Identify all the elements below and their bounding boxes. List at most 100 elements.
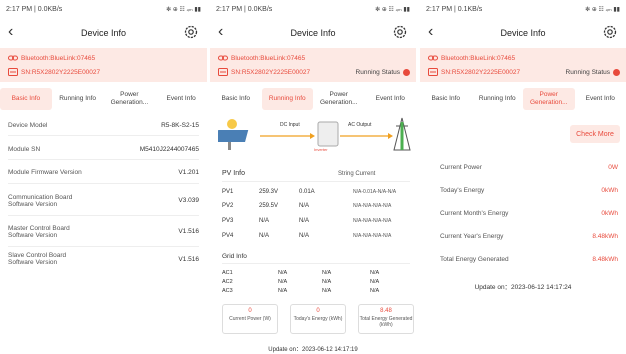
tab-bar: Basic Info Running Info Power Generation… <box>210 88 416 110</box>
info-row: Module Firmware Version V1.201 <box>8 162 199 184</box>
tab-bar: Basic Info Running Info Power Generation… <box>420 88 626 110</box>
tab-power-generation[interactable]: Power Generation... <box>104 88 156 110</box>
device-banner: Bluetooth:BlueLink:07465 SN:R5X2802Y2225… <box>0 48 207 82</box>
link-icon <box>218 55 228 61</box>
card-label: Current Power (W) <box>229 316 271 322</box>
header: ‹ Device Info <box>210 20 416 46</box>
back-arrow-icon[interactable]: ‹ <box>428 23 442 41</box>
current-power-card: 0 Current Power (W) <box>222 304 278 334</box>
pv-voltage: N/A <box>259 233 270 239</box>
grid-value-a: N/A <box>278 279 288 285</box>
header: ‹ Device Info <box>0 20 207 46</box>
status-bar: 2:17 PM | 0.0KB/s ✻ ⊕ ☷ ₄ₘ ▮▮ <box>0 0 207 18</box>
pv-current: N/A <box>299 218 310 224</box>
card-label: Today's Energy (kWh) <box>293 316 343 322</box>
bluetooth-label: Bluetooth:BlueLink:07465 <box>231 54 306 62</box>
dc-input-label: DC Input <box>280 122 300 128</box>
device-banner: Bluetooth:BlueLink:07465 SN:R5X2802Y2225… <box>420 48 626 82</box>
string-current-heading: String Current <box>338 171 376 177</box>
status-icons: ✻ ⊕ ☷ ₄ₘ ▮▮ <box>166 6 201 13</box>
bluetooth-label: Bluetooth:BlueLink:07465 <box>21 54 96 62</box>
back-arrow-icon[interactable]: ‹ <box>218 23 232 41</box>
tab-event-info[interactable]: Event Info <box>365 88 417 110</box>
pv-string-current: N/A-N/A-N/A-N/A <box>353 203 392 209</box>
row-key: Slave Control Board Software Version <box>8 252 67 266</box>
pv-name: PV2 <box>222 203 234 209</box>
row-key: Master Control Board Software Version <box>8 224 70 239</box>
tab-event-info[interactable]: Event Info <box>575 88 626 110</box>
inverter-label: Inverter <box>314 147 328 152</box>
tab-bar: Basic Info Running Info Power Generation… <box>0 88 207 110</box>
row-key: Total Energy Generated <box>440 255 509 263</box>
tab-basic-info[interactable]: Basic Info <box>210 88 262 110</box>
row-key: Current Month's Energy <box>440 209 509 217</box>
status-time: 2:17 PM | 0.0KB/s <box>216 5 273 13</box>
grid-name: AC2 <box>222 279 233 285</box>
tab-running-info[interactable]: Running Info <box>52 88 104 110</box>
info-row: Master Control Board Software Version V1.… <box>8 217 199 247</box>
status-dot-icon <box>613 68 620 76</box>
info-row: Communication Board Software Version V3.0… <box>8 186 199 216</box>
tab-basic-info[interactable]: Basic Info <box>420 88 472 110</box>
tab-event-info[interactable]: Event Info <box>155 88 207 110</box>
status-bar: 2:17 PM | 0.1KB/s ✻ ⊕ ☷ ₄ₘ ▮▮ <box>420 0 626 18</box>
pv-string-current: N/A-N/A-N/A-N/A <box>353 218 392 224</box>
pv-row: PV4 N/A N/A N/A-N/A-N/A-N/A <box>222 233 412 243</box>
status-icons: ✻ ⊕ ☷ ₄ₘ ▮▮ <box>585 6 620 13</box>
running-info-screen: 2:17 PM | 0.0KB/s ✻ ⊕ ☷ ₄ₘ ▮▮ ‹ Device In… <box>210 0 416 354</box>
row-value: V1.516 <box>178 255 199 263</box>
status-icons: ✻ ⊕ ☷ ₄ₘ ▮▮ <box>375 6 410 13</box>
energy-row: Current Month's Energy 0kWh <box>440 204 618 222</box>
row-value: V1.516 <box>178 228 199 235</box>
back-arrow-icon[interactable]: ‹ <box>8 23 22 41</box>
grid-value-b: N/A <box>322 270 332 276</box>
grid-name: AC3 <box>222 288 233 294</box>
energy-row: Current Year's Energy 8.48kWh <box>440 227 618 245</box>
info-row: Slave Control Board Software Version V1.5… <box>8 248 199 270</box>
row-key: Module Firmware Version <box>8 169 82 176</box>
pv-voltage: 259.3V <box>259 189 279 195</box>
sn-label: SN:R5X2802Y2225E00027 <box>21 68 101 76</box>
gear-icon[interactable] <box>183 24 199 40</box>
status-bar: 2:17 PM | 0.0KB/s ✻ ⊕ ☷ ₄ₘ ▮▮ <box>210 0 416 18</box>
tab-power-generation[interactable]: Power Generation... <box>313 88 365 110</box>
sn-label: SN:R5X2802Y2225E00027 <box>231 68 311 76</box>
running-status[interactable]: Running Status <box>566 68 620 76</box>
grid-value-c: N/A <box>370 279 380 285</box>
divider <box>222 263 410 264</box>
status-time: 2:17 PM | 0.1KB/s <box>426 5 483 13</box>
device-banner: Bluetooth:BlueLink:07465 SN:R5X2802Y2225… <box>210 48 416 82</box>
status-dot-icon <box>403 68 410 76</box>
running-status[interactable]: Running Status <box>356 68 410 76</box>
card-value: 8.48 <box>380 308 392 314</box>
row-value: 8.48kWh <box>592 232 618 240</box>
row-key: Module SN <box>8 146 41 153</box>
row-value: 0kWh <box>601 209 618 217</box>
pv-row: PV3 N/A N/A N/A-N/A-N/A-N/A <box>222 218 412 228</box>
sn-label: SN:R5X2802Y2225E00027 <box>441 68 521 76</box>
status-time: 2:17 PM | 0.0KB/s <box>6 5 63 13</box>
sn-icon <box>428 68 438 76</box>
check-more-button[interactable]: Check More <box>570 125 620 143</box>
sn-icon <box>8 68 18 76</box>
bluetooth-label: Bluetooth:BlueLink:07465 <box>441 54 516 62</box>
row-key: Current Power <box>440 163 482 171</box>
row-value: M5410J2244007465 <box>139 146 199 153</box>
pv-name: PV3 <box>222 218 234 224</box>
header: ‹ Device Info <box>420 20 626 46</box>
update-time: Update on：2023-06-12 14:17:19 <box>268 347 358 353</box>
grid-value-a: N/A <box>278 270 288 276</box>
tab-power-generation[interactable]: Power Generation... <box>523 88 575 110</box>
grid-tower-icon <box>393 117 411 151</box>
pv-row: PV1 259.3V 0.01A N/A-0.01A-N/A-N/A <box>222 189 412 199</box>
tab-basic-info[interactable]: Basic Info <box>0 88 52 110</box>
gear-icon[interactable] <box>602 24 618 40</box>
tab-running-info[interactable]: Running Info <box>261 88 313 110</box>
pv-voltage: N/A <box>259 218 270 224</box>
gear-icon[interactable] <box>392 24 408 40</box>
info-row: Device Model R5-8K-S2-15 <box>8 116 199 136</box>
tab-running-info[interactable]: Running Info <box>472 88 524 110</box>
pv-info-heading: PV Info <box>222 170 245 177</box>
page-title: Device Info <box>80 28 127 38</box>
update-time: Update on：2023-06-12 14:17:24 <box>474 284 572 291</box>
